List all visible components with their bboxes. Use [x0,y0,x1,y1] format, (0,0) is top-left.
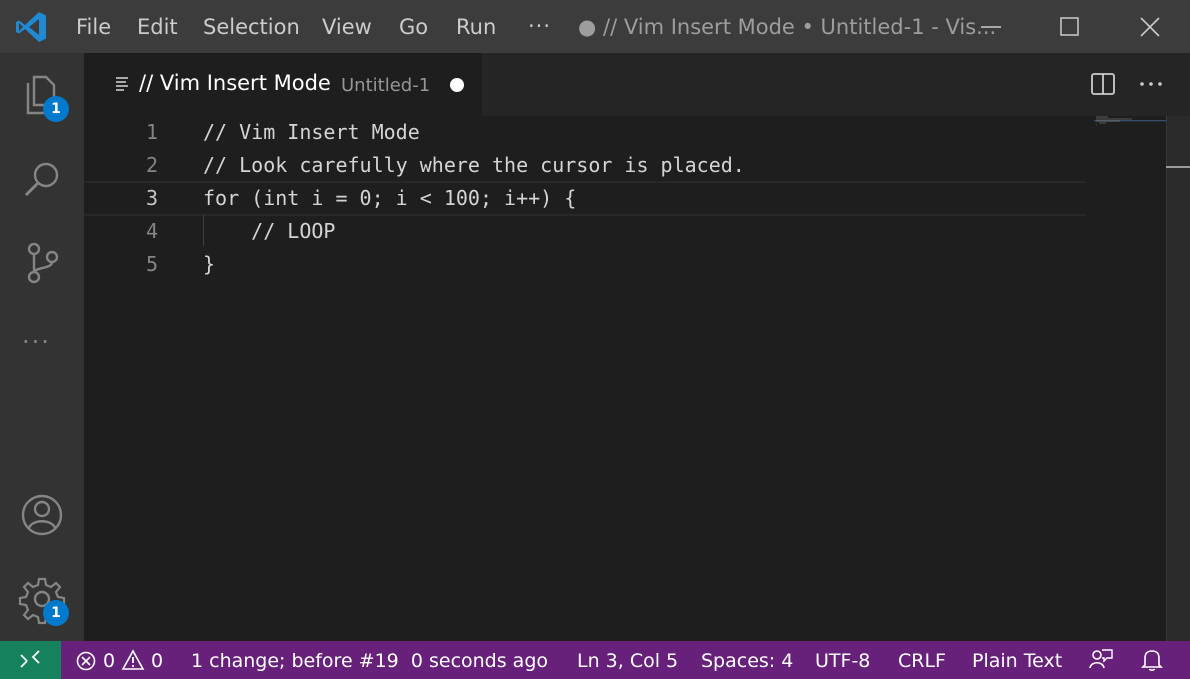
code-line[interactable]: // Look carefully where the cursor is pl… [203,149,745,182]
tab-untitled-1[interactable]: // Vim Insert Mode Untitled-1 [84,53,482,116]
code-line[interactable]: // Vim Insert Mode [203,116,420,149]
cursor-position[interactable]: Ln 3, Col 5 [577,649,678,673]
tab-bar: // Vim Insert Mode Untitled-1 [84,53,1190,116]
vscode-logo [16,12,46,42]
remote-indicator[interactable] [0,641,61,679]
minimize-icon[interactable] [964,0,1016,53]
line-number: 4 [145,219,158,243]
remote-icon [20,650,40,668]
settings-badge: 1 [43,600,69,626]
status-bar: 0 0 1 change; before #19 0 seconds ago L… [0,641,1190,679]
code-line-active[interactable]: for (int i = 0; i < 100; i++) { [203,182,576,215]
scrollbar-cursor-marker [1166,166,1190,168]
more-views-button[interactable]: ··· [22,328,51,356]
menu-view[interactable]: View [322,14,372,40]
editor[interactable]: 1 2 3 4 5 // Vim Insert Mode // Look car… [84,116,1190,641]
minimap[interactable] [1094,116,1166,126]
warning-count[interactable]: 0 [151,649,163,673]
line-number-active: 3 [145,186,158,210]
language-mode[interactable]: Plain Text [972,649,1062,673]
line-number: 1 [145,120,158,144]
menu-more-button[interactable]: ··· [528,14,551,38]
undo-status[interactable]: 1 change; before #19 0 seconds ago [191,649,548,673]
menu-edit[interactable]: Edit [137,14,178,40]
code-line[interactable]: } [203,248,215,281]
encoding[interactable]: UTF-8 [815,649,870,673]
error-icon[interactable] [75,650,97,672]
line-number: 5 [145,252,158,276]
search-icon[interactable] [16,153,68,205]
bell-icon[interactable] [1140,648,1164,672]
indentation[interactable]: Spaces: 4 [701,649,793,673]
menu-selection[interactable]: Selection [203,14,300,40]
vertical-scrollbar[interactable] [1166,116,1190,641]
title-bar: File Edit Selection View Go Run ··· ● //… [0,0,1190,53]
close-icon[interactable] [1124,0,1176,53]
unsaved-dot-icon[interactable] [450,78,464,92]
menu-file[interactable]: File [76,14,111,40]
menu-go[interactable]: Go [399,14,428,40]
split-editor-icon[interactable] [1088,69,1118,99]
maximize-icon[interactable] [1044,0,1096,53]
scrollbar-rail [1166,116,1167,641]
window-title: ● // Vim Insert Mode • Untitled-1 - Vis.… [578,15,997,39]
text-file-icon [116,77,128,91]
tab-title: // Vim Insert Mode [139,71,331,95]
error-count[interactable]: 0 [103,649,115,673]
warning-icon[interactable] [121,649,145,671]
explorer-badge: 1 [43,96,69,122]
tab-description: Untitled-1 [341,75,431,96]
code-line[interactable]: // LOOP [203,215,335,248]
menu-run[interactable]: Run [456,14,496,40]
activity-bar: 1 ··· 1 [0,53,84,641]
source-control-icon[interactable] [16,237,68,289]
line-number: 2 [145,153,158,177]
feedback-icon[interactable] [1088,648,1114,672]
end-of-line[interactable]: CRLF [898,649,946,673]
account-icon[interactable] [16,489,68,541]
more-actions-icon[interactable] [1136,69,1166,99]
